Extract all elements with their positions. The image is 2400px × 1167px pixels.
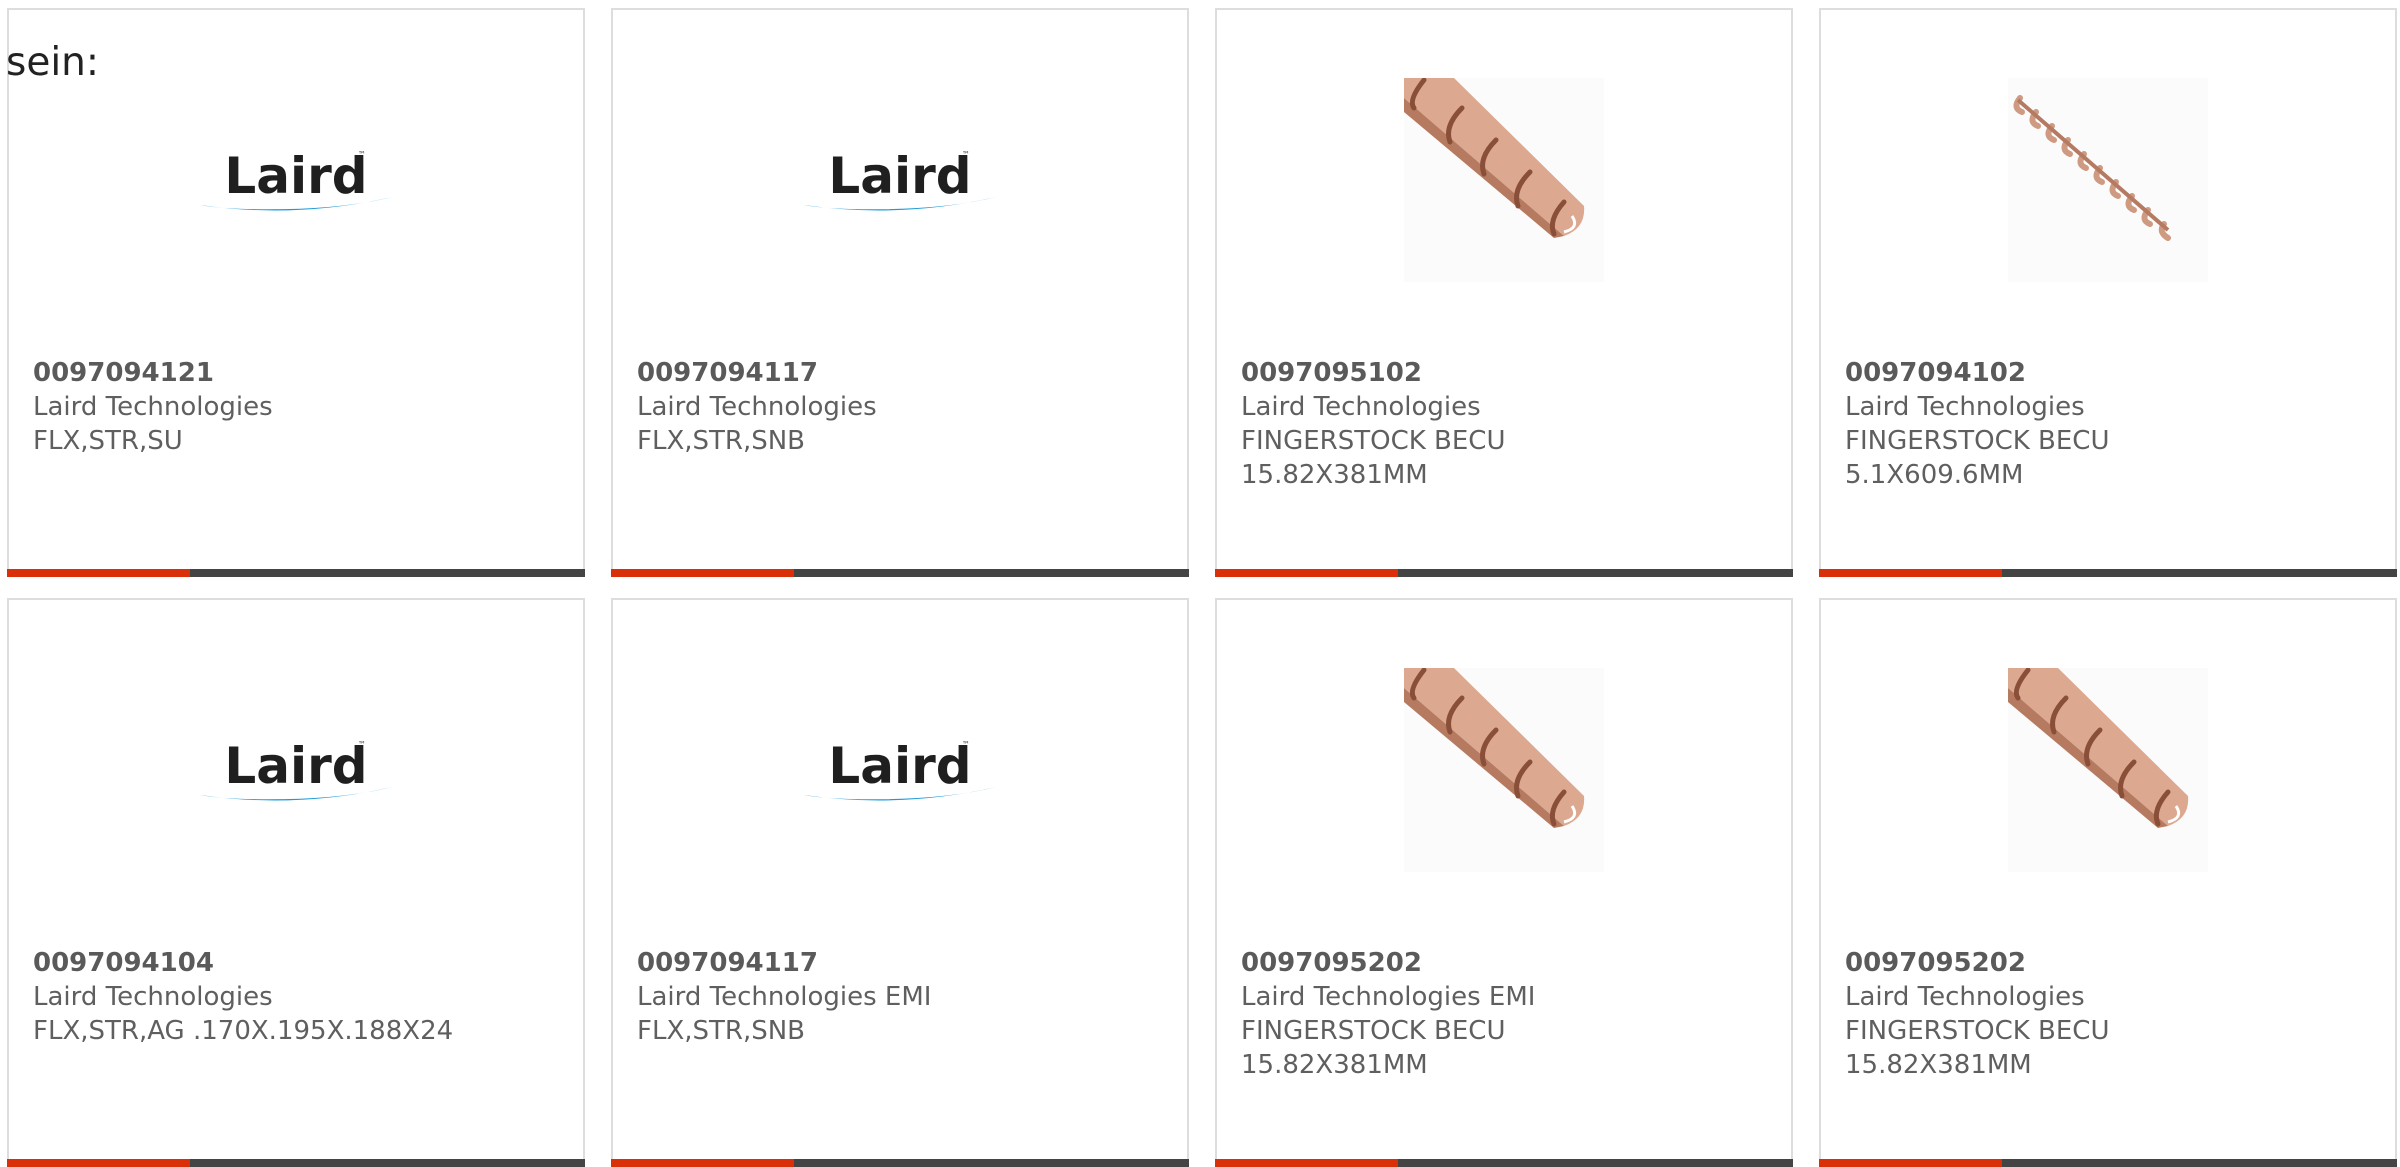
product-card[interactable]: Laird ™ 0097094104 Laird Technologies FL… [7, 598, 585, 1167]
product-card[interactable]: 0097095202 Laird Technologies FINGERSTOC… [1819, 598, 2397, 1167]
fingerstock-photo-icon [1821, 78, 2395, 282]
part-number[interactable]: 0097095202 [1241, 946, 1775, 980]
laird-logo-icon: Laird ™ [9, 78, 583, 282]
card-accent-bar [1819, 569, 2002, 577]
description-line: FLX,STR,SNB [637, 1016, 806, 1046]
part-number[interactable]: 0097095202 [1845, 946, 2379, 980]
manufacturer: Laird Technologies [1845, 982, 2085, 1012]
manufacturer: Laird Technologies EMI [1241, 982, 1536, 1012]
part-number[interactable]: 0097094104 [33, 946, 567, 980]
laird-logo-icon: Laird ™ [613, 78, 1187, 282]
description-line: 15.82X381MM [1241, 460, 1428, 490]
card-accent-bar [7, 1159, 190, 1167]
card-bottom-bar [7, 1159, 585, 1167]
card-bottom-bar [1215, 1159, 1793, 1167]
svg-text:™: ™ [358, 150, 366, 159]
card-accent-bar [1215, 569, 1398, 577]
card-bottom-bar [1215, 569, 1793, 577]
description-line: FINGERSTOCK BECU [1241, 1016, 1506, 1046]
description-line: FINGERSTOCK BECU [1845, 426, 2110, 456]
part-number[interactable]: 0097094117 [637, 356, 1171, 390]
part-number[interactable]: 0097095102 [1241, 356, 1775, 390]
svg-text:Laird: Laird [224, 737, 367, 795]
card-bottom-bar [1819, 1159, 2397, 1167]
manufacturer: Laird Technologies [33, 392, 273, 422]
description-line: FINGERSTOCK BECU [1241, 426, 1506, 456]
part-number[interactable]: 0097094117 [637, 946, 1171, 980]
card-bottom-bar [611, 1159, 1189, 1167]
manufacturer: Laird Technologies [33, 982, 273, 1012]
part-number[interactable]: 0097094102 [1845, 356, 2379, 390]
fingerstock-photo-icon [1217, 668, 1791, 872]
card-accent-bar [611, 1159, 794, 1167]
description-line: 15.82X381MM [1845, 1050, 2032, 1080]
card-accent-bar [1819, 1159, 2002, 1167]
laird-logo-icon: Laird ™ [613, 668, 1187, 872]
card-bottom-bar [1819, 569, 2397, 577]
svg-text:Laird: Laird [828, 147, 971, 205]
card-accent-bar [611, 569, 794, 577]
svg-text:Laird: Laird [224, 147, 367, 205]
product-card[interactable]: 0097095102 Laird Technologies FINGERSTOC… [1215, 8, 1793, 577]
svg-text:Laird: Laird [828, 737, 971, 795]
manufacturer: Laird Technologies [637, 392, 877, 422]
card-accent-bar [1215, 1159, 1398, 1167]
manufacturer: Laird Technologies [1845, 392, 2085, 422]
part-number[interactable]: 0097094121 [33, 356, 567, 390]
laird-logo-icon: Laird ™ [9, 668, 583, 872]
svg-text:™: ™ [962, 150, 970, 159]
manufacturer: Laird Technologies EMI [637, 982, 932, 1012]
description-line: FLX,STR,SNB [637, 426, 806, 456]
product-card[interactable]: Laird ™ 0097094117 Laird Technologies EM… [611, 598, 1189, 1167]
product-card[interactable]: 0097095202 Laird Technologies EMI FINGER… [1215, 598, 1793, 1167]
product-card[interactable]: 0097094102 Laird Technologies FINGERSTOC… [1819, 8, 2397, 577]
product-card[interactable]: Laird ™ 0097094121 Laird Technologies FL… [7, 8, 585, 577]
svg-text:™: ™ [962, 740, 970, 749]
product-card[interactable]: Laird ™ 0097094117 Laird Technologies FL… [611, 8, 1189, 577]
manufacturer: Laird Technologies [1241, 392, 1481, 422]
description-line: FLX,STR,SU [33, 426, 183, 456]
description-line: 15.82X381MM [1241, 1050, 1428, 1080]
description-line: FINGERSTOCK BECU [1845, 1016, 2110, 1046]
description-line: 5.1X609.6MM [1845, 460, 2024, 490]
svg-text:™: ™ [358, 740, 366, 749]
card-bottom-bar [7, 569, 585, 577]
fingerstock-photo-icon [1217, 78, 1791, 282]
intro-text: sein: [6, 40, 100, 85]
card-accent-bar [7, 569, 190, 577]
description-line: FLX,STR,AG .170X.195X.188X24 [33, 1016, 454, 1046]
fingerstock-photo-icon [1821, 668, 2395, 872]
card-bottom-bar [611, 569, 1189, 577]
